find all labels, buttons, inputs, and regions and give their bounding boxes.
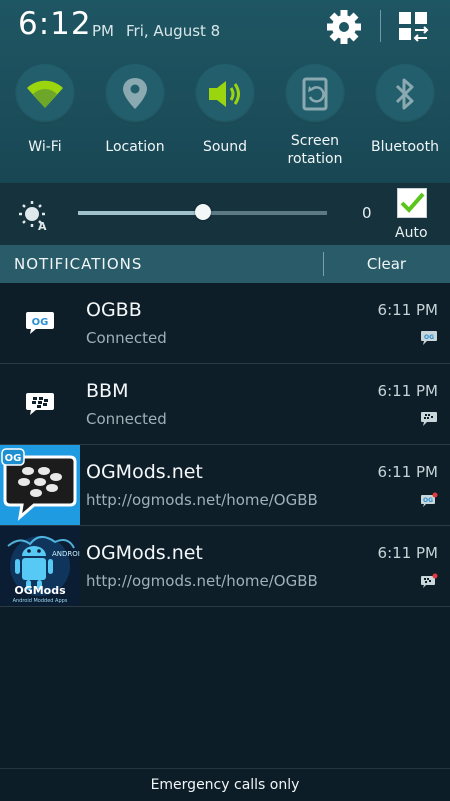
svg-text:A: A	[38, 220, 47, 231]
gear-icon	[327, 10, 361, 44]
auto-brightness-checkbox[interactable]	[397, 188, 427, 218]
sound-toggle-circle	[195, 64, 255, 124]
screen-rotation-icon	[302, 77, 328, 111]
ogmods-android-icon: ANDROID OGMods Android Modded Apps	[0, 526, 80, 606]
toggle-label: Screen rotation	[270, 132, 360, 168]
notification-time: 6:11 PM	[377, 382, 438, 400]
brightness-auto-icon: A	[18, 199, 50, 233]
ogbb-small-icon: OG	[420, 330, 438, 346]
wifi-toggle-circle	[15, 64, 75, 124]
notification-title: OGBB	[86, 299, 142, 321]
bluetooth-toggle-circle	[375, 64, 435, 124]
bluetooth-icon	[395, 78, 414, 110]
ampm: PM	[92, 22, 114, 40]
toggle-label: Bluetooth	[371, 139, 439, 155]
clock: 6:12	[18, 6, 92, 42]
toggle-label: Wi-Fi	[28, 139, 62, 155]
svg-text:OG: OG	[424, 334, 434, 341]
status-row: 6:12 PM Fri, August 8	[0, 0, 450, 56]
bbm-alert-small-icon	[420, 573, 438, 589]
notification-title: OGMods.net	[86, 542, 203, 564]
rotation-toggle-circle	[285, 64, 345, 124]
toggle-location[interactable]: Location	[90, 64, 180, 184]
notification-subtitle: Connected	[86, 329, 167, 347]
svg-text:ANDROID: ANDROID	[52, 550, 80, 558]
svg-text:OG: OG	[32, 317, 49, 328]
toggle-screen-rotation[interactable]: Screen rotation	[270, 64, 360, 184]
auto-label: Auto	[395, 225, 428, 241]
notification-item[interactable]: BBM Connected 6:11 PM	[0, 364, 450, 445]
wifi-icon	[27, 80, 63, 108]
header-divider	[380, 10, 381, 42]
clear-button[interactable]: Clear	[323, 245, 450, 283]
ogbb-alert-small-icon: OG	[420, 492, 438, 508]
notification-subtitle: http://ogmods.net/home/OGBB	[86, 491, 318, 509]
notification-subtitle: Connected	[86, 410, 167, 428]
notification-subtitle: http://ogmods.net/home/OGBB	[86, 572, 318, 590]
brightness-slider-thumb[interactable]	[194, 204, 211, 220]
grid-edit-icon	[399, 12, 429, 42]
toggle-bluetooth[interactable]: Bluetooth	[360, 64, 450, 184]
sound-icon	[209, 81, 240, 107]
date[interactable]: Fri, August 8	[126, 22, 220, 40]
notification-item[interactable]: OG OGMods.net http://ogmods.net/home/OGB…	[0, 445, 450, 526]
settings-button[interactable]	[323, 7, 365, 47]
notification-item[interactable]: OG OGBB Connected 6:11 PM OG	[0, 283, 450, 364]
notification-time: 6:11 PM	[377, 544, 438, 562]
toggle-label: Location	[105, 139, 165, 155]
toggle-sound[interactable]: Sound	[180, 64, 270, 184]
brightness-value: 0	[362, 204, 372, 222]
ogbb-icon: OG	[0, 283, 80, 363]
location-icon	[123, 78, 147, 109]
bbm-icon	[0, 364, 80, 444]
notification-item[interactable]: ANDROID OGMods Android Modded Apps OGMod…	[0, 526, 450, 607]
notifications-header: NOTIFICATIONS Clear	[0, 245, 450, 283]
toggle-label: Sound	[202, 139, 248, 155]
bbm-app-icon: OG	[0, 445, 80, 525]
edit-quick-settings-button[interactable]	[394, 8, 434, 46]
toggle-label-line1: Screen	[290, 133, 340, 149]
toggle-label-line2: rotation	[287, 151, 343, 167]
checkmark-icon	[400, 192, 425, 213]
notification-title: OGMods.net	[86, 461, 203, 483]
notification-time: 6:11 PM	[377, 301, 438, 319]
emergency-calls-label: Emergency calls only	[0, 768, 450, 801]
toggle-wifi[interactable]: Wi-Fi	[0, 64, 90, 184]
svg-text:OG: OG	[423, 497, 433, 504]
brightness-slider-fill	[78, 211, 203, 215]
svg-text:Android Modded Apps: Android Modded Apps	[13, 598, 68, 604]
svg-text:OG: OG	[5, 453, 22, 464]
location-toggle-circle	[105, 64, 165, 124]
bbm-small-icon	[420, 411, 438, 427]
notifications-title: NOTIFICATIONS	[14, 255, 143, 273]
notification-time: 6:11 PM	[377, 463, 438, 481]
svg-text:OGMods: OGMods	[14, 584, 66, 597]
notification-title: BBM	[86, 380, 129, 402]
